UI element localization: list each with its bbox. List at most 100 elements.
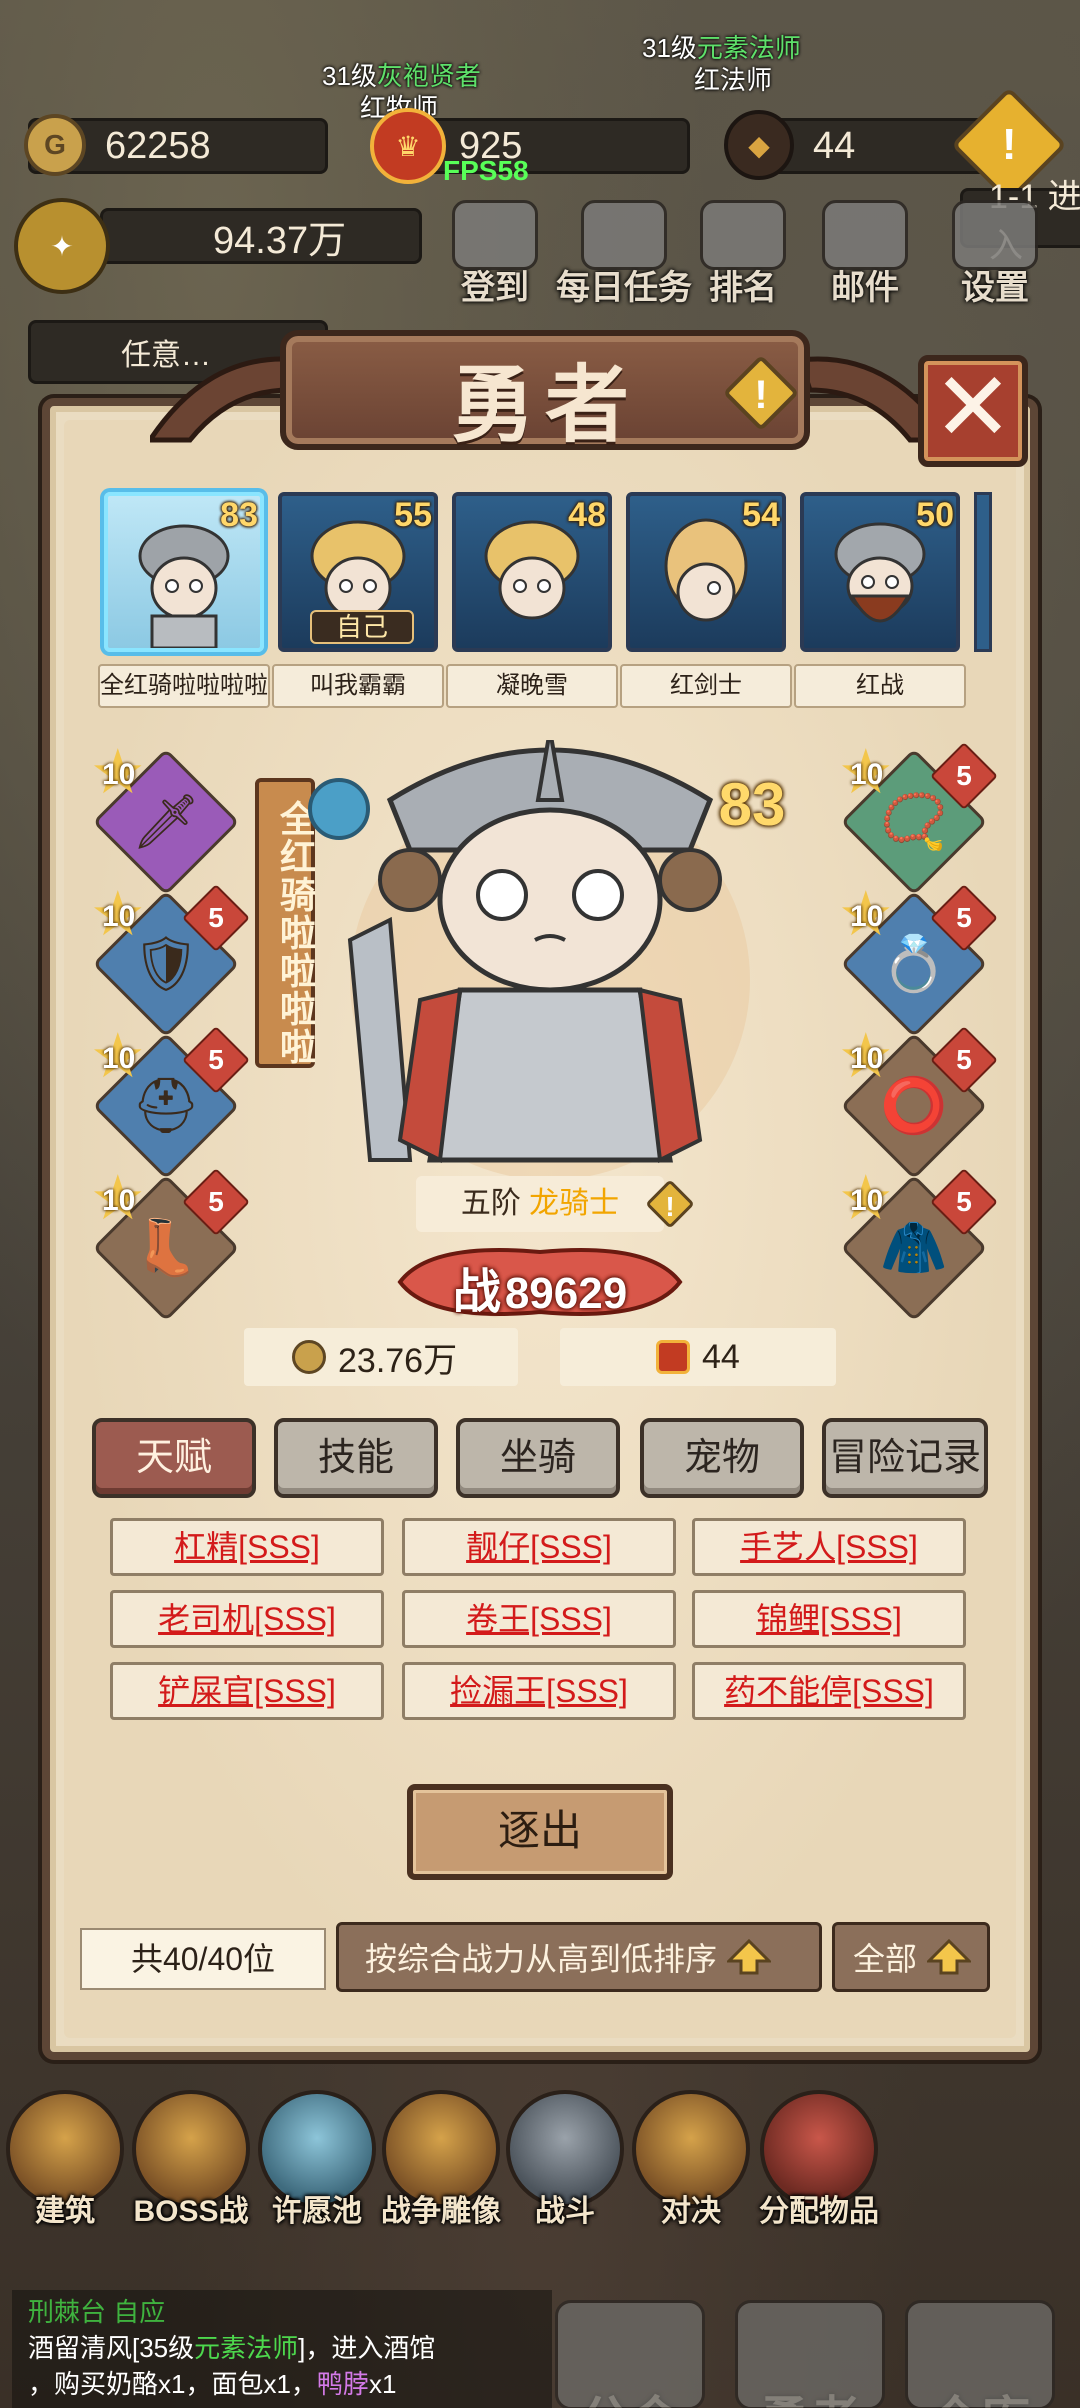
chat-line: 刑棘台 自应 <box>28 2297 166 2327</box>
nav-heroes[interactable]: 勇者 <box>720 2300 900 2408</box>
close-button[interactable]: ✕ <box>918 355 1028 467</box>
menu-ranking[interactable]: 排名 <box>700 200 786 309</box>
player-label: 红法师 <box>694 65 773 95</box>
menu-checkin[interactable]: 登到 <box>452 200 538 309</box>
menu-mail[interactable]: 邮件 <box>822 200 908 309</box>
menu-battle[interactable]: 战斗 <box>500 2090 630 2230</box>
combat-power: 战89629 <box>452 1266 628 1319</box>
star-badge: ★ 10 <box>90 1022 146 1091</box>
chat-log[interactable]: 刑棘台 自应 酒留清风[35级元素法师]，进入酒馆 ，购买奶酪x1，面包x1，鸭… <box>12 2290 552 2408</box>
equip-slot-ring[interactable]: ⭕ ★ 10 5 <box>838 1026 998 1180</box>
bag-icon: ◆ <box>724 110 794 180</box>
svg-text:!: ! <box>665 1191 674 1222</box>
gear-icon <box>952 200 1038 270</box>
scroll-icon <box>581 200 667 270</box>
power-crest-icon: ✦ <box>14 198 110 294</box>
star-badge: ★ 10 <box>838 1164 894 1233</box>
star-badge: ★ 10 <box>838 1022 894 1091</box>
hero-gold-stat: 23.76万 <box>244 1328 518 1386</box>
talent-trait[interactable]: 老司机[SSS] <box>110 1590 384 1648</box>
filter-button[interactable]: 全部 <box>832 1922 990 1992</box>
gold-coin-icon: G <box>24 114 86 176</box>
sort-button[interactable]: 按综合战力从高到低排序 <box>336 1922 822 1992</box>
tab-skills[interactable]: 技能 <box>274 1418 438 1498</box>
gem-badge: 5 <box>930 742 998 810</box>
equip-slot-boots[interactable]: 👢 ★ 10 5 <box>90 1168 250 1322</box>
menu-wishing-well[interactable]: 许愿池 <box>252 2090 382 2230</box>
knight-helmet-icon <box>735 2300 885 2408</box>
tab-pet[interactable]: 宠物 <box>640 1418 804 1498</box>
talent-trait[interactable]: 卷王[SSS] <box>402 1590 676 1648</box>
bag-value: 44 <box>813 124 856 167</box>
talent-trait[interactable]: 锦鲤[SSS] <box>692 1590 966 1648</box>
self-tag: 自己 <box>310 610 414 644</box>
fps-counter: FPS58 <box>443 155 529 186</box>
tab-talent[interactable]: 天赋 <box>92 1418 256 1498</box>
calendar-icon <box>452 200 538 270</box>
equip-slot-helmet[interactable]: ⛑ ★ 10 5 <box>90 1026 250 1180</box>
chat-line: 酒留清风[35级元素法师]，进入酒馆 <box>28 2333 436 2363</box>
menu-distribute-items[interactable]: 分配物品 <box>754 2090 884 2230</box>
menu-war-statue[interactable]: 战争雕像 <box>376 2090 506 2230</box>
hero-level: 50 <box>916 496 954 534</box>
power-bar: 94.37万 <box>100 208 422 264</box>
hero-card[interactable]: 50 红战 <box>794 492 966 708</box>
gem-badge: 5 <box>182 1026 250 1094</box>
gem-badge: 5 <box>182 1168 250 1236</box>
menu-building[interactable]: 建筑 <box>0 2090 130 2230</box>
star-badge: ★ 10 <box>90 880 146 949</box>
hero-level: 83 <box>220 496 258 534</box>
hero-portrait: 50 <box>800 492 960 652</box>
menu-boss-battle[interactable]: BOSS战 <box>126 2090 256 2230</box>
star-badge: ★ 10 <box>838 738 894 807</box>
menu-settings[interactable]: 设置 <box>952 200 1038 309</box>
equip-slot-necklace[interactable]: 📿 ★ 10 5 <box>838 742 998 896</box>
equip-slot-weapon[interactable]: 🗡 ★ 10 <box>90 742 240 896</box>
hero-card[interactable]: 55 自己 叫我霸霸 <box>272 492 444 708</box>
sort-label: 按综合战力从高到低排序 <box>365 1941 718 1977</box>
hero-card[interactable]: 83 全红骑啦啦啦啦 <box>98 492 270 708</box>
equip-slot-bracer[interactable]: 💍 ★ 10 5 <box>838 884 998 1038</box>
class-info-icon[interactable]: ! <box>640 1176 700 1232</box>
talent-trait[interactable]: 靓仔[SSS] <box>402 1518 676 1576</box>
talent-trait[interactable]: 铲屎官[SSS] <box>110 1662 384 1720</box>
gem-badge: 5 <box>930 1026 998 1094</box>
talent-trait[interactable]: 手艺人[SSS] <box>692 1518 966 1576</box>
hero-count: 共40/40位 <box>80 1928 326 1990</box>
hero-card[interactable]: 48 凝晚雪 <box>446 492 618 708</box>
menu-daily-tasks[interactable]: 每日任务 <box>556 200 692 309</box>
menu-duel[interactable]: 对决 <box>626 2090 756 2230</box>
hero-name: 红战 <box>794 664 966 708</box>
hero-class: 五阶 龙骑士 <box>416 1176 664 1232</box>
star-badge: ★ 10 <box>838 880 894 949</box>
hero-name: 叫我霸霸 <box>272 664 444 708</box>
talent-trait[interactable]: 捡漏王[SSS] <box>402 1662 676 1720</box>
hero-name: 红剑士 <box>620 664 792 708</box>
tab-mount[interactable]: 坐骑 <box>456 1418 620 1498</box>
hero-level: 54 <box>742 496 780 534</box>
arrow-up-icon <box>727 1939 772 1975</box>
expel-button[interactable]: 逐出 <box>407 1784 673 1880</box>
hero-name: 凝晚雪 <box>446 664 618 708</box>
star-badge: ★ 10 <box>90 1164 146 1233</box>
gem-badge: 5 <box>182 884 250 952</box>
svg-text:!: ! <box>754 373 767 417</box>
talent-trait[interactable]: 药不能停[SSS] <box>692 1662 966 1720</box>
hero-portrait: 55 自己 <box>278 492 438 652</box>
hero-portrait: 83 <box>104 492 264 652</box>
tab-adventure-log[interactable]: 冒险记录 <box>822 1418 988 1498</box>
info-icon[interactable]: ! <box>718 350 804 436</box>
filter-label: 全部 <box>853 1941 918 1977</box>
chat-line: ，购买奶酪x1，面包x1，鸭脖x1 <box>28 2369 397 2399</box>
trophy-icon <box>700 200 786 270</box>
equip-slot-armor[interactable]: 🛡 ★ 10 5 <box>90 884 250 1038</box>
warehouse-icon <box>905 2300 1055 2408</box>
hero-card[interactable]: 54 红剑士 <box>620 492 792 708</box>
hero-level-large: 83 <box>718 771 786 838</box>
equip-slot-cape[interactable]: 🧥 ★ 10 5 <box>838 1168 998 1322</box>
gold-value: 62258 <box>105 124 211 167</box>
hero-level: 48 <box>568 496 606 534</box>
nav-warehouse[interactable]: 仓库 <box>890 2300 1070 2408</box>
nav-guild[interactable]: 公会 <box>540 2300 720 2408</box>
talent-trait[interactable]: 杠精[SSS] <box>110 1518 384 1576</box>
